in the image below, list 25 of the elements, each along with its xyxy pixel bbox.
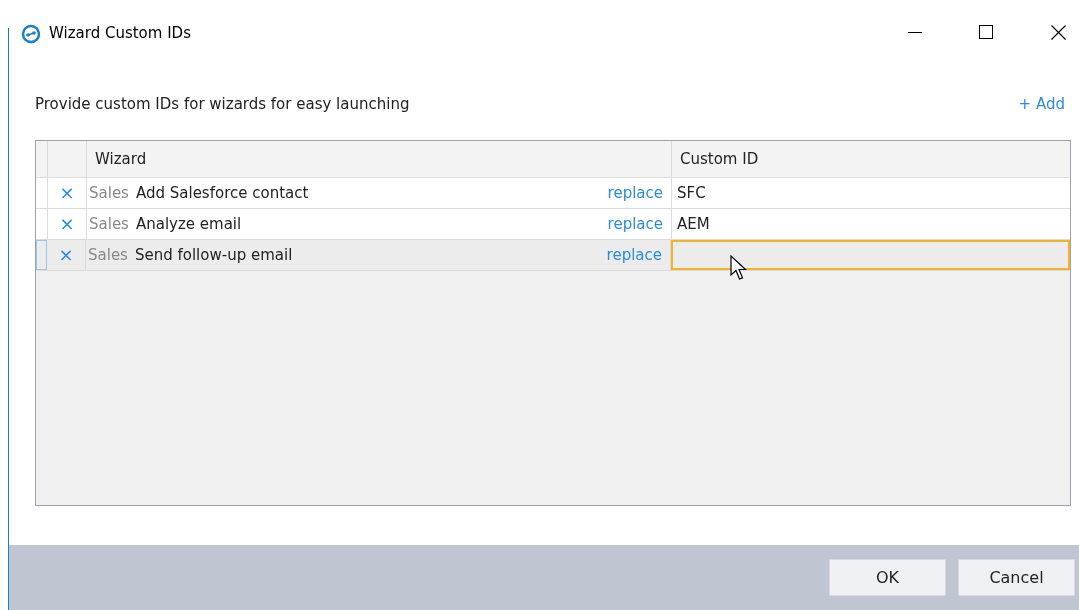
custom-id-field[interactable]: AEM	[672, 209, 1070, 239]
column-header: Custom ID	[679, 149, 760, 170]
remove-button[interactable]: ×	[55, 215, 79, 233]
wizard-name: Send follow-up email	[134, 246, 293, 264]
window-title: Wizard Custom IDs	[49, 24, 191, 42]
category-text: Sales	[89, 215, 129, 233]
wizard-name: Add Salesforce contact	[135, 184, 309, 202]
wizard-name: Analyze email	[135, 215, 242, 233]
remove-button[interactable]: ×	[55, 184, 79, 202]
table-row[interactable]: × Sales Send follow-up email replace	[36, 240, 1070, 271]
custom-id-field[interactable]	[671, 240, 1070, 270]
close-icon[interactable]	[1051, 25, 1066, 40]
custom-id-field[interactable]: SFC	[672, 178, 1070, 208]
column-header: Wizard	[87, 141, 672, 177]
ok-button[interactable]: OK	[829, 559, 946, 596]
category-text: Sales	[88, 246, 128, 264]
cancel-button[interactable]: Cancel	[958, 559, 1075, 596]
maximize-icon[interactable]	[979, 25, 993, 39]
add-link[interactable]: + Add	[1018, 95, 1065, 113]
table-row[interactable]: × Sales Analyze email replace AEM	[36, 209, 1070, 240]
description-text: Provide custom IDs for wizards for easy launching	[35, 95, 410, 113]
replace-link[interactable]: replace	[607, 215, 663, 233]
table-row[interactable]: × Sales Add Salesforce contact replace SFC	[36, 178, 1070, 209]
replace-link[interactable]: replace	[607, 184, 663, 202]
category-text: Sales	[89, 184, 129, 202]
